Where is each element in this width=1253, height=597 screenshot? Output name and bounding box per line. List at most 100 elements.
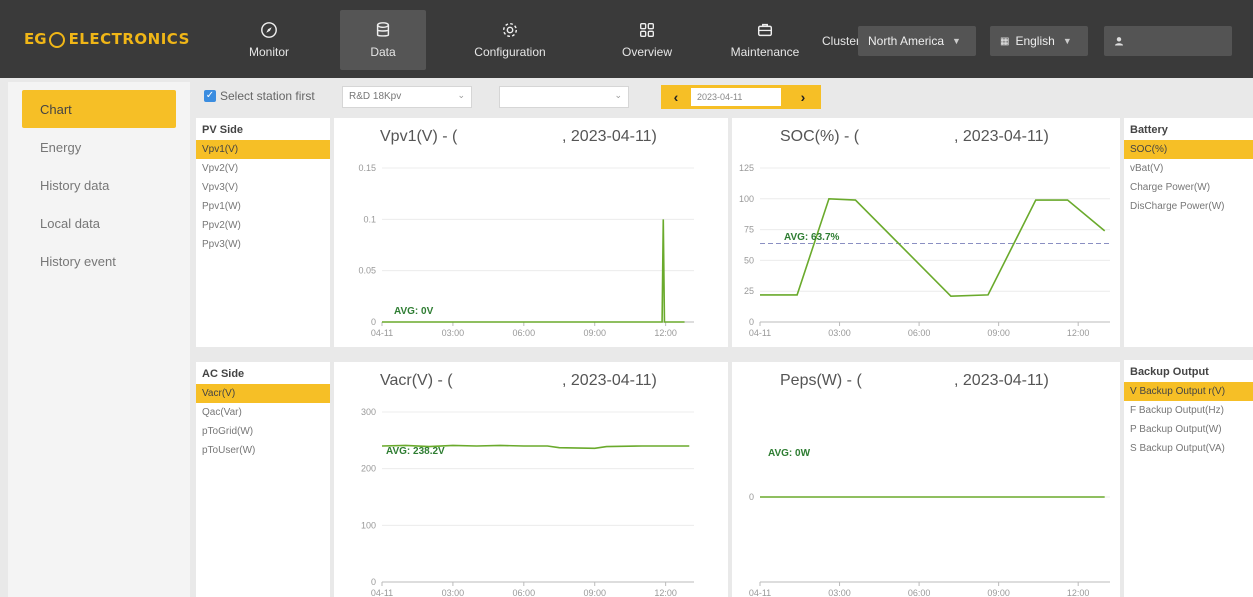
compass-icon — [261, 22, 277, 38]
x-tick-label: 09:00 — [987, 328, 1010, 338]
date-input[interactable]: 2023-04-11 — [691, 88, 781, 106]
series-line — [760, 197, 1106, 297]
y-tick-label: 300 — [361, 407, 376, 417]
y-tick-label: 0 — [749, 317, 754, 327]
chart-date: , 2023-04-11) — [562, 128, 657, 145]
nav-overview[interactable]: Overview — [604, 10, 690, 70]
sidebar-item-energy[interactable]: Energy — [22, 128, 176, 166]
list-item[interactable]: Ppv2(W) — [196, 216, 330, 235]
chart-svg: 0 0.05 0.1 0.15 04-11 03:00 06:00 09:00 12:00 AVG… — [358, 163, 694, 338]
date-picker: ‹ 2023-04-11 › — [661, 85, 821, 109]
list-item[interactable]: DisCharge Power(W) — [1124, 197, 1253, 216]
chart-svg: 0 100 200 300 04-11 03:00 06:00 09:00 12:00 AVG: … — [361, 407, 694, 597]
x-tick-label: 04-11 — [371, 588, 393, 597]
chart-date: , 2023-04-11) — [562, 372, 657, 389]
language-icon: ▦ — [1000, 35, 1010, 47]
battery-title: Battery — [1130, 124, 1168, 136]
user-menu[interactable] — [1104, 26, 1232, 56]
chart-peps: 0 04-11 03:00 06:00 09:00 12:00 AVG: 0W Peps(W… — [732, 362, 1120, 597]
cluster-value: North America — [868, 34, 945, 48]
nav-monitor[interactable]: Monitor — [226, 10, 312, 70]
nav-configuration[interactable]: Configuration — [462, 10, 558, 70]
briefcase-icon — [757, 23, 773, 37]
list-item[interactable]: pToGrid(W) — [196, 422, 330, 441]
nav-data[interactable]: Data — [340, 10, 426, 70]
chevron-down-icon: ⌄ — [614, 90, 622, 100]
list-item[interactable]: Ppv1(W) — [196, 197, 330, 216]
station-select[interactable]: R&D 18Kpv ⌄ — [342, 86, 472, 108]
list-item[interactable]: F Backup Output(Hz) — [1124, 401, 1253, 420]
cluster-select[interactable]: North America ▼ — [858, 26, 976, 56]
average-label: AVG: 0W — [768, 448, 811, 459]
y-tick-label: 75 — [744, 225, 754, 235]
list-item[interactable]: Qac(Var) — [196, 403, 330, 422]
x-tick-label: 04-11 — [749, 328, 771, 338]
grid-icon — [640, 23, 654, 37]
device-select[interactable]: ⌄ — [499, 86, 629, 108]
database-icon — [376, 22, 390, 37]
backup-title: Backup Output — [1130, 366, 1209, 378]
list-item[interactable]: Ppv3(W) — [196, 235, 330, 254]
toolbar: ✓ Select station first R&D 18Kpv ⌄ ⌄ ‹ 2… — [196, 82, 1253, 112]
chart-svg: 0 04-11 03:00 06:00 09:00 12:00 AVG: 0W — [749, 448, 1110, 597]
chart-vpv1: 0 0.05 0.1 0.15 04-11 03:00 06:00 09:00 12:00 AVG… — [334, 118, 728, 347]
x-tick-label: 06:00 — [908, 588, 931, 597]
list-item[interactable]: vBat(V) — [1124, 159, 1253, 178]
sidebar-item-chart[interactable]: Chart — [22, 90, 176, 128]
list-item[interactable]: V Backup Output r(V) — [1124, 382, 1253, 401]
sidebar: Chart Energy History data Local data His… — [8, 82, 190, 597]
top-bar: EG ELECTRONICS Monitor Data Configuration… — [0, 0, 1253, 78]
list-item[interactable]: S Backup Output(VA) — [1124, 439, 1253, 458]
y-tick-label: 0.15 — [358, 163, 376, 173]
y-tick-label: 0.05 — [358, 266, 376, 276]
x-tick-label: 09:00 — [987, 588, 1010, 597]
x-tick-label: 09:00 — [583, 588, 606, 597]
pv-side-title: PV Side — [202, 124, 243, 136]
list-item[interactable]: SOC(%) — [1124, 140, 1253, 159]
list-item[interactable]: Charge Power(W) — [1124, 178, 1253, 197]
nav-maintenance[interactable]: Maintenance — [722, 10, 808, 70]
list-item[interactable]: P Backup Output(W) — [1124, 420, 1253, 439]
next-day-button[interactable]: › — [793, 88, 813, 106]
nav-label: Data — [370, 45, 396, 59]
x-tick-label: 03:00 — [828, 588, 851, 597]
chart-date: , 2023-04-11) — [954, 372, 1049, 389]
sidebar-item-label: History event — [40, 253, 116, 269]
list-item[interactable]: Vpv3(V) — [196, 178, 330, 197]
nav-label: Monitor — [248, 45, 289, 59]
list-item[interactable]: Vpv1(V) — [196, 140, 330, 159]
nav-label: Overview — [621, 45, 672, 59]
battery-panel: Battery SOC(%) vBat(V) Charge Power(W) D… — [1124, 118, 1253, 347]
list-item[interactable]: Vacr(V) — [196, 384, 330, 403]
x-tick-label: 09:00 — [583, 328, 606, 338]
sidebar-item-label: Energy — [40, 139, 82, 155]
y-tick-label: 25 — [744, 286, 754, 296]
pv-side-panel: PV Side Vpv1(V) Vpv2(V) Vpv3(V) Ppv1(W) … — [196, 118, 330, 347]
brand-logo[interactable]: EG ELECTRONICS — [24, 26, 190, 52]
x-tick-label: 06:00 — [513, 328, 536, 338]
x-tick-label: 03:00 — [442, 588, 465, 597]
list-item[interactable]: Vpv2(V) — [196, 159, 330, 178]
x-tick-label: 12:00 — [654, 588, 677, 597]
chart-svg: 0 25 50 75 100 125 04-11 03:00 06:00 09:00 12:00 AV… — [739, 163, 1110, 338]
ac-side-panel: AC Side Vacr(V) Qac(Var) pToGrid(W) pToU… — [196, 362, 330, 597]
chevron-down-icon: ▼ — [1062, 36, 1072, 46]
select-station-checkbox[interactable]: ✓ — [204, 90, 216, 102]
sidebar-item-history-event[interactable]: History event — [22, 242, 176, 280]
average-label: AVG: 238.2V — [386, 446, 445, 457]
list-item[interactable]: pToUser(W) — [196, 441, 330, 460]
y-tick-label: 0 — [749, 492, 754, 502]
language-value: English — [1015, 34, 1055, 48]
sidebar-item-local-data[interactable]: Local data — [22, 204, 176, 242]
checkbox-label: Select station first — [220, 89, 315, 103]
y-tick-label: 100 — [739, 194, 754, 204]
sidebar-item-history-data[interactable]: History data — [22, 166, 176, 204]
chart-vacr: 0 100 200 300 04-11 03:00 06:00 09:00 12:00 AVG: … — [334, 362, 728, 597]
language-select[interactable]: ▦ English ▼ — [990, 26, 1088, 56]
chart-title: Peps(W) - ( — [780, 372, 862, 389]
prev-day-button[interactable]: ‹ — [666, 88, 686, 106]
chart-soc: 0 25 50 75 100 125 04-11 03:00 06:00 09:00 12:00 AV… — [732, 118, 1120, 347]
y-tick-label: 50 — [744, 255, 754, 265]
user-icon — [1115, 37, 1123, 46]
chart-title: Vpv1(V) - ( — [380, 128, 458, 145]
